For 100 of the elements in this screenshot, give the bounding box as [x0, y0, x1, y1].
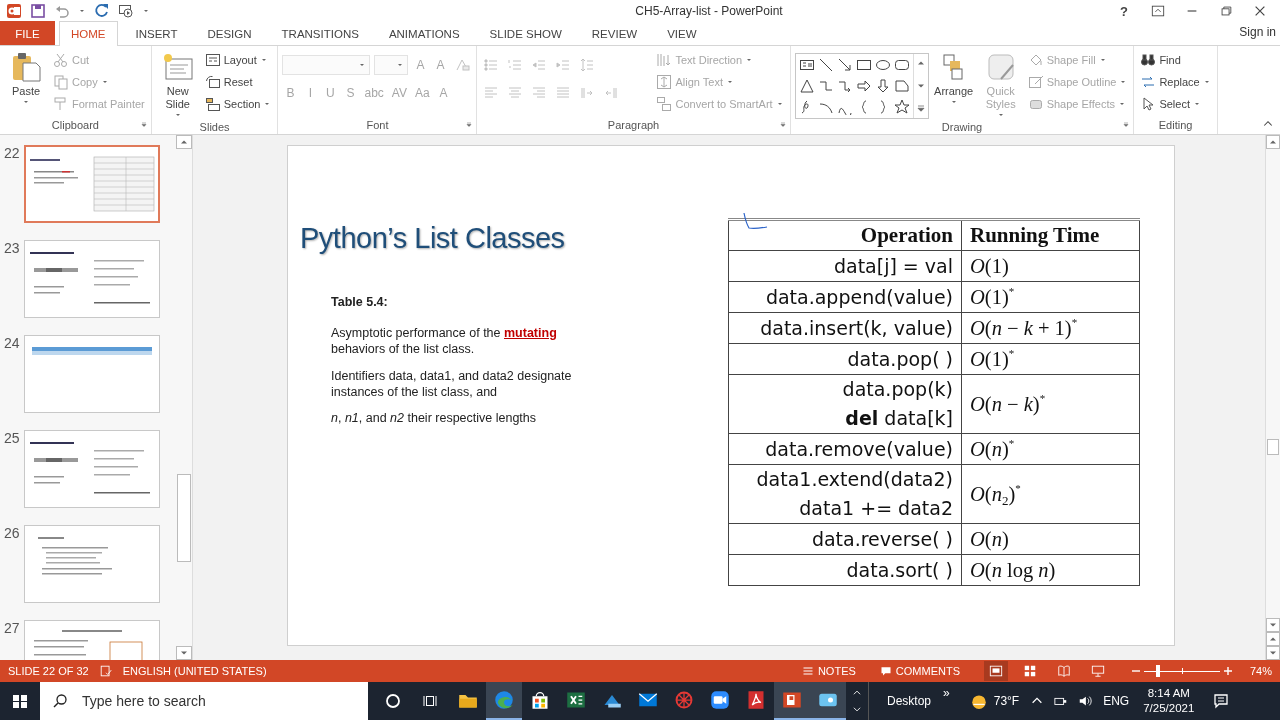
right-arrow-icon[interactable] — [855, 78, 872, 94]
group-label: Slides — [198, 121, 231, 136]
ribbon-tab[interactable]: DESIGN — [195, 21, 264, 45]
slide-thumbnail[interactable] — [24, 240, 160, 318]
zoom-level[interactable]: 74% — [1242, 665, 1272, 677]
text-box-icon[interactable] — [798, 57, 815, 73]
slide-counter: SLIDE 22 OF 32 — [8, 665, 89, 677]
rectangle-icon[interactable] — [855, 57, 872, 73]
dialog-launcher-icon — [139, 121, 148, 129]
browser-icon — [494, 690, 514, 710]
arrow-line-icon[interactable] — [836, 57, 853, 73]
undo-icon — [54, 3, 70, 19]
scroll-up-button[interactable] — [1266, 135, 1280, 149]
text-direction-icon — [656, 51, 673, 68]
notes-button[interactable]: NOTES — [801, 665, 856, 677]
clock-time[interactable]: 8:14 AM — [1147, 686, 1190, 701]
reset-icon — [204, 73, 221, 90]
comments-button[interactable]: COMMENTS — [879, 665, 960, 677]
scroll-down-button[interactable] — [1266, 618, 1280, 632]
clear-formatting-icon — [454, 57, 471, 73]
ribbon-button[interactable]: Arrange — [931, 49, 976, 109]
ribbon-tab[interactable]: TRANSITIONS — [269, 21, 371, 45]
toolbar-button[interactable] — [30, 3, 46, 19]
slide-thumbnail[interactable] — [24, 525, 160, 603]
smartart-icon — [656, 95, 673, 112]
ribbon-button[interactable]: Select — [1138, 93, 1213, 114]
ribbon-tab[interactable]: REVIEW — [579, 21, 650, 45]
toolbar-button[interactable] — [94, 3, 110, 19]
previous-slide-button[interactable] — [1266, 632, 1280, 646]
group-label: Drawing — [940, 121, 984, 136]
slide-paragraph: n, n1, and n2 their respective lengths — [331, 410, 537, 427]
line-icon[interactable] — [817, 57, 834, 73]
video-camera-icon — [710, 690, 730, 710]
zoom-out-icon[interactable] — [1132, 667, 1140, 675]
scroll-up-button[interactable] — [176, 135, 192, 149]
language-indicator[interactable]: ENG — [1097, 694, 1136, 708]
slide-title: Python’s List Classes — [300, 222, 566, 255]
slider-thumb[interactable] — [1155, 665, 1160, 677]
table-cell: O(n) — [961, 523, 1140, 555]
search-field[interactable]: Type here to search — [40, 682, 368, 720]
zoom-in-icon[interactable] — [1224, 667, 1232, 675]
group-label: Clipboard — [50, 119, 100, 133]
shape-gallery[interactable] — [794, 53, 929, 119]
ribbon-tab[interactable]: VIEW — [655, 21, 709, 45]
star-icon[interactable] — [893, 99, 910, 115]
table-cell: O(n$_{2}$)$^{*}$ — [961, 464, 1140, 524]
ribbon-tab[interactable]: FILE — [0, 21, 55, 45]
table-cell: data.append(value) — [728, 281, 962, 313]
desktop-toolbar[interactable]: Desktop — [881, 694, 938, 708]
table-cell: data.sort( ) — [728, 554, 962, 586]
scroll-thumb[interactable] — [1267, 439, 1279, 455]
ribbon-button[interactable]: Replace — [1138, 71, 1213, 92]
ribbon-button[interactable]: New Slide — [155, 49, 200, 122]
ribbon-tab[interactable]: INSERT — [123, 21, 190, 45]
increase-indent-icon — [555, 57, 572, 73]
justify-icon — [555, 85, 572, 101]
table-cell: O(n − k + 1)$^{*}$ — [961, 312, 1140, 344]
language-indicator[interactable]: ENGLISH (UNITED STATES) — [122, 665, 267, 677]
slide-thumbnail[interactable] — [24, 335, 160, 413]
presentation-icon — [782, 690, 802, 710]
triangle-icon[interactable] — [798, 78, 815, 94]
ribbon-button[interactable]: Find — [1138, 49, 1213, 70]
ribbon-tab[interactable]: SLIDE SHOW — [477, 21, 574, 45]
caret-icon — [396, 61, 405, 69]
toolbar-button[interactable] — [78, 7, 86, 15]
web-icon — [674, 690, 694, 710]
next-slide-button[interactable] — [1266, 646, 1280, 660]
toolbar-button[interactable] — [118, 3, 134, 19]
shopping-bag-icon — [530, 690, 550, 710]
ribbon-button[interactable]: Layout — [202, 49, 274, 70]
view-button[interactable] — [984, 661, 1008, 681]
help-button[interactable]: ? — [1112, 1, 1136, 21]
slide-sorter-icon — [1023, 664, 1037, 678]
scroll-thumb[interactable] — [177, 474, 191, 562]
restore-icon — [1219, 4, 1233, 18]
ribbon-button[interactable]: Paste — [4, 49, 48, 109]
toolbar-button[interactable] — [142, 7, 150, 15]
right-to-left-icon — [603, 85, 620, 101]
shape-icon[interactable] — [893, 78, 910, 94]
taskbar-app[interactable] — [774, 682, 810, 720]
scissors-icon — [53, 51, 69, 68]
scroll-down-icon — [852, 704, 862, 714]
ribbon-button[interactable]: Section — [202, 93, 274, 114]
rounded-rectangle-icon[interactable] — [893, 57, 910, 73]
slide-number: 26 — [4, 525, 20, 541]
slide-thumbnail[interactable] — [24, 145, 160, 223]
scroll-down-button[interactable] — [176, 646, 192, 660]
oval-icon[interactable] — [874, 57, 891, 73]
sign-in-link[interactable]: Sign in — [1239, 25, 1280, 39]
weather-button[interactable]: 73°F — [969, 682, 1020, 720]
ribbon-tab[interactable]: HOME — [59, 21, 118, 46]
column-header: Operation — [728, 219, 962, 251]
ribbon-button[interactable]: Reset — [202, 71, 274, 92]
connector-icon[interactable] — [817, 78, 834, 94]
circle-icon — [385, 693, 401, 709]
clock-date[interactable]: 7/25/2021 — [1143, 701, 1195, 716]
toolbar-expand[interactable]: » — [937, 686, 956, 700]
ribbon-tab[interactable]: ANIMATIONS — [376, 21, 472, 45]
copy-icon — [53, 73, 69, 90]
slide-thumbnail[interactable] — [24, 430, 160, 508]
